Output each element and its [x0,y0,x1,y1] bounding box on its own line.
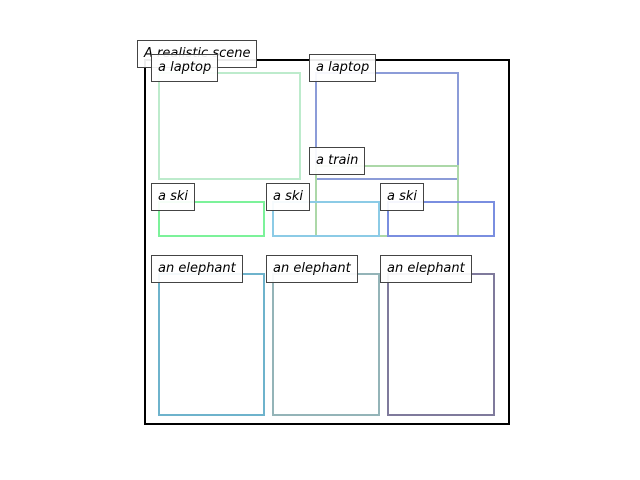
elephant-label: an elephant [266,255,358,283]
train-label: a train [309,147,366,175]
laptop-bounding-box [158,72,301,180]
elephant-label: an elephant [151,255,243,283]
laptop-label: a laptop [151,54,219,82]
elephant-bounding-box [158,273,265,416]
ski-label: a ski [266,183,311,211]
ski-label: a ski [380,183,425,211]
elephant-bounding-box [272,273,380,416]
elephant-bounding-box [387,273,495,416]
elephant-label: an elephant [380,255,472,283]
scene-canvas: A realistic scene a laptopa laptopa trai… [0,0,640,480]
laptop-label: a laptop [309,54,377,82]
ski-label: a ski [151,183,196,211]
